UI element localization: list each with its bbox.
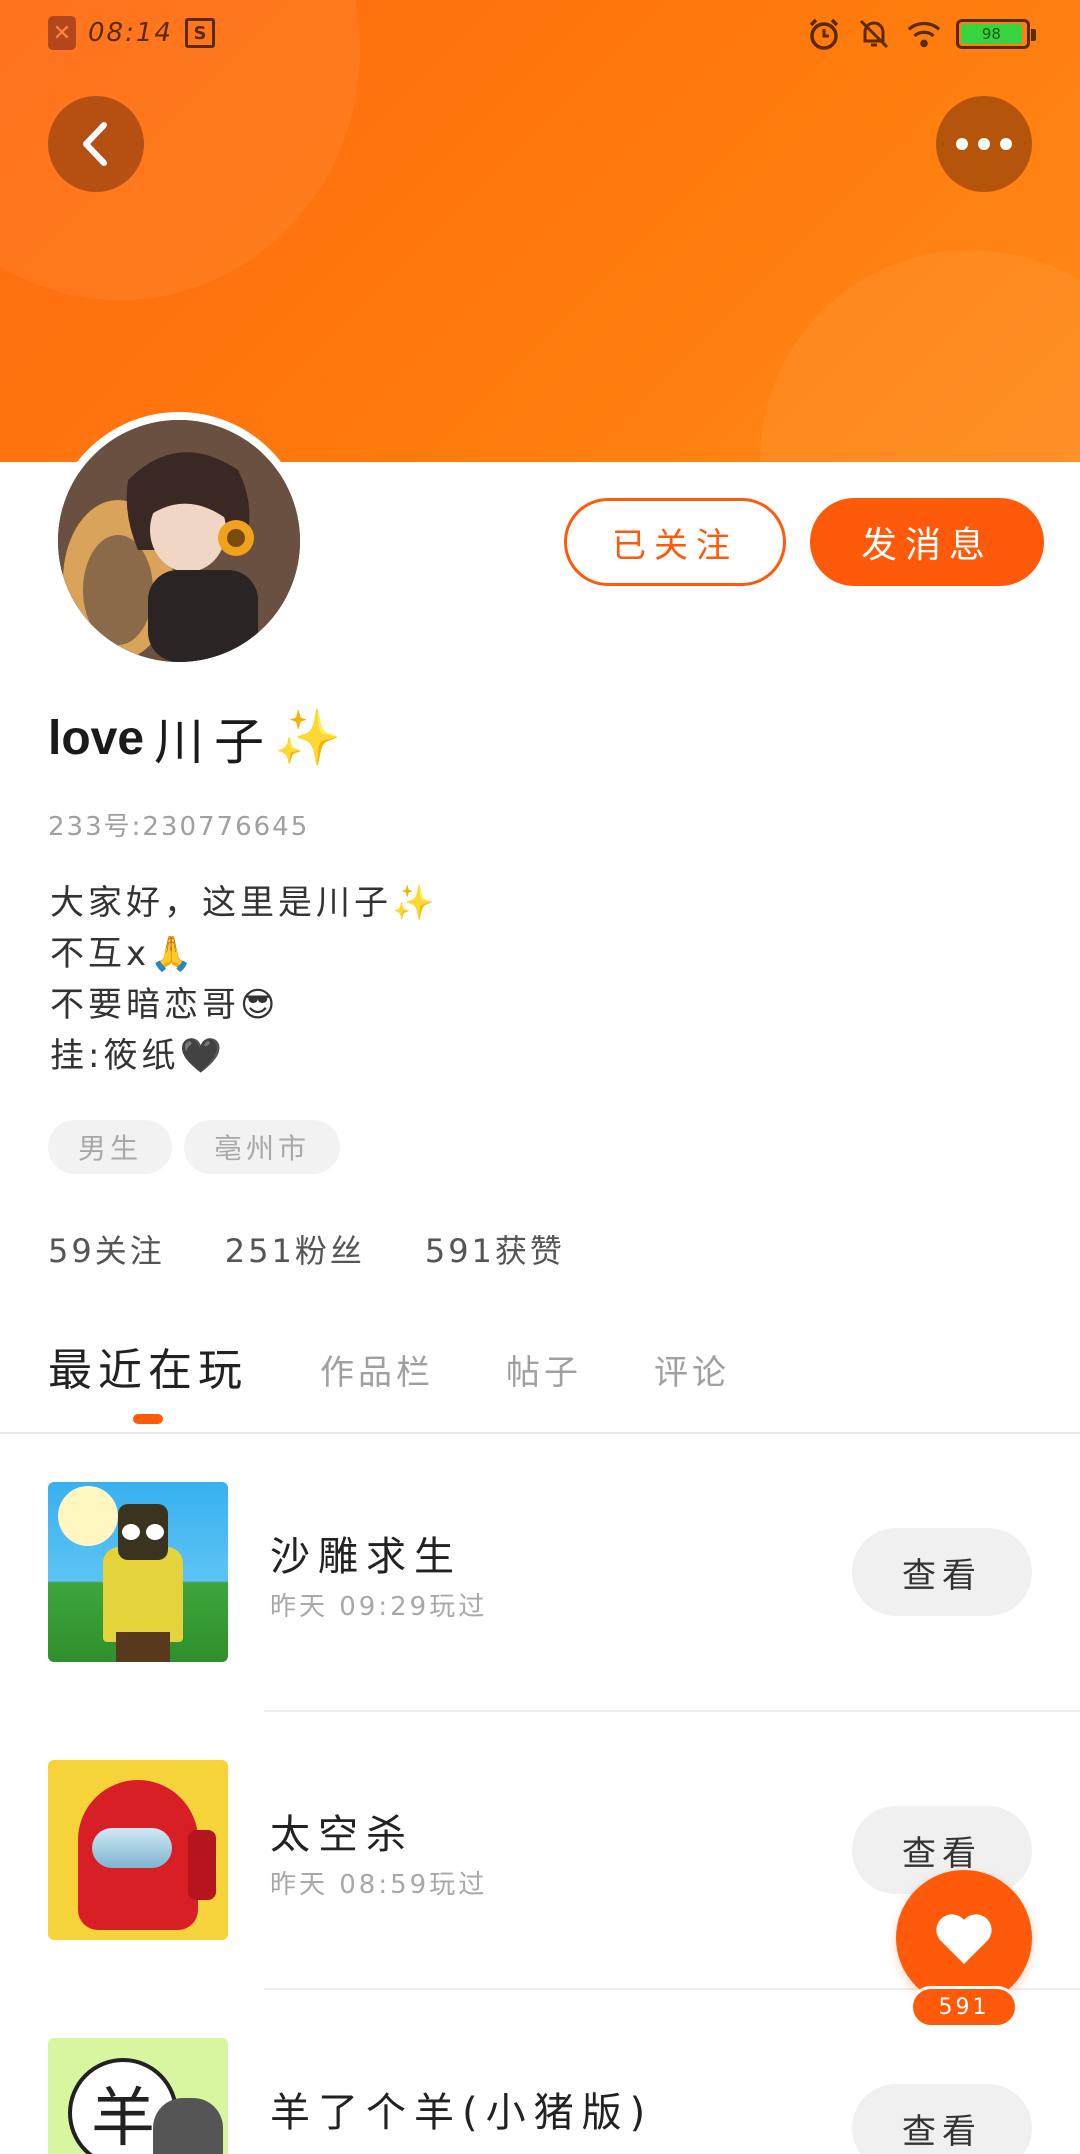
view-game-button[interactable]: 查看 — [852, 1528, 1032, 1616]
profile-bio: 大家好，这里是川子✨ 不互x🙏 不要暗恋哥😎 挂:筱纸🖤 — [50, 878, 438, 1082]
game-last-played: 昨天 09:29玩过 — [270, 1592, 488, 1622]
user-id: 233号:230776645 — [48, 812, 310, 842]
tab-comments[interactable]: 评论 — [654, 1345, 730, 1420]
bio-line: 大家好，这里是川子✨ — [50, 883, 439, 923]
likes-count: 591获赞 — [424, 1232, 565, 1270]
more-dots-icon — [956, 138, 1012, 150]
game-title: 羊了个羊(小猪版) — [270, 2090, 654, 2136]
bio-line: 不互x🙏 — [50, 934, 197, 974]
profile-name-cn: 川子 — [154, 713, 275, 771]
more-button[interactable] — [936, 96, 1032, 192]
game-thumbnail[interactable]: 羊 — [48, 2038, 228, 2154]
bio-line: 不要暗恋哥😎 — [50, 985, 280, 1025]
game-list-item[interactable]: 沙雕求生 昨天 09:29玩过 查看 — [0, 1482, 1080, 1662]
game-title: 沙雕求生 — [270, 1534, 462, 1580]
tab-active-indicator — [133, 1414, 163, 1424]
tab-label: 作品栏 — [320, 1353, 434, 1393]
status-time: 08:14 — [88, 18, 173, 48]
notification-close-icon: ✕ — [48, 16, 76, 50]
wifi-icon — [906, 16, 942, 52]
bio-line: 挂:筱纸🖤 — [50, 1036, 226, 1076]
following-count[interactable]: 59关注 — [48, 1226, 165, 1272]
game-last-played: 昨天 08:59玩过 — [270, 1870, 488, 1900]
row-divider — [264, 1710, 1080, 1712]
banner-decoration — [760, 250, 1080, 462]
profile-tags: 男生 亳州市 — [48, 1120, 341, 1174]
tab-label: 帖子 — [506, 1353, 582, 1393]
alarm-icon — [806, 16, 842, 52]
screenshot-icon: S — [184, 18, 215, 48]
followers-count[interactable]: 251粉丝 — [225, 1226, 365, 1272]
game-list-item[interactable]: 羊 羊了个羊(小猪版) 查看 — [0, 2038, 1080, 2154]
chevron-left-icon — [83, 122, 107, 166]
game-title: 太空杀 — [270, 1812, 414, 1858]
tab-label: 评论 — [654, 1353, 730, 1393]
profile-tabs: 最近在玩 作品栏 帖子 评论 — [48, 1340, 730, 1424]
followed-button[interactable]: 已关注 — [564, 498, 786, 586]
tab-works[interactable]: 作品栏 — [320, 1345, 434, 1420]
profile-name-latin: love — [48, 711, 145, 765]
avatar-illustration — [58, 420, 300, 662]
game-thumbnail[interactable] — [48, 1760, 228, 1940]
game-thumbnail[interactable] — [48, 1482, 228, 1662]
tab-posts[interactable]: 帖子 — [506, 1345, 582, 1420]
profile-name: love 川子 ✨ — [48, 702, 341, 774]
avatar[interactable] — [50, 412, 308, 670]
bell-off-icon — [856, 16, 892, 52]
gender-tag: 男生 — [48, 1120, 173, 1174]
location-tag: 亳州市 — [184, 1120, 341, 1174]
send-message-button[interactable]: 发消息 — [810, 498, 1044, 586]
profile-stats: 59关注 251粉丝 591获赞 — [48, 1226, 565, 1272]
status-bar: ✕ 08:14 S 98 — [0, 0, 1080, 72]
heart-icon — [936, 1914, 992, 1964]
like-count-badge: 591 — [910, 1986, 1018, 2028]
view-game-button[interactable]: 查看 — [852, 2084, 1032, 2154]
sparkles-icon: ✨ — [274, 706, 342, 769]
tab-label: 最近在玩 — [48, 1345, 248, 1396]
back-button[interactable] — [48, 96, 144, 192]
tab-recently-played[interactable]: 最近在玩 — [48, 1334, 248, 1424]
battery-level: 98 — [961, 24, 1022, 44]
battery-icon: 98 — [956, 19, 1036, 49]
tabs-divider — [0, 1432, 1080, 1434]
